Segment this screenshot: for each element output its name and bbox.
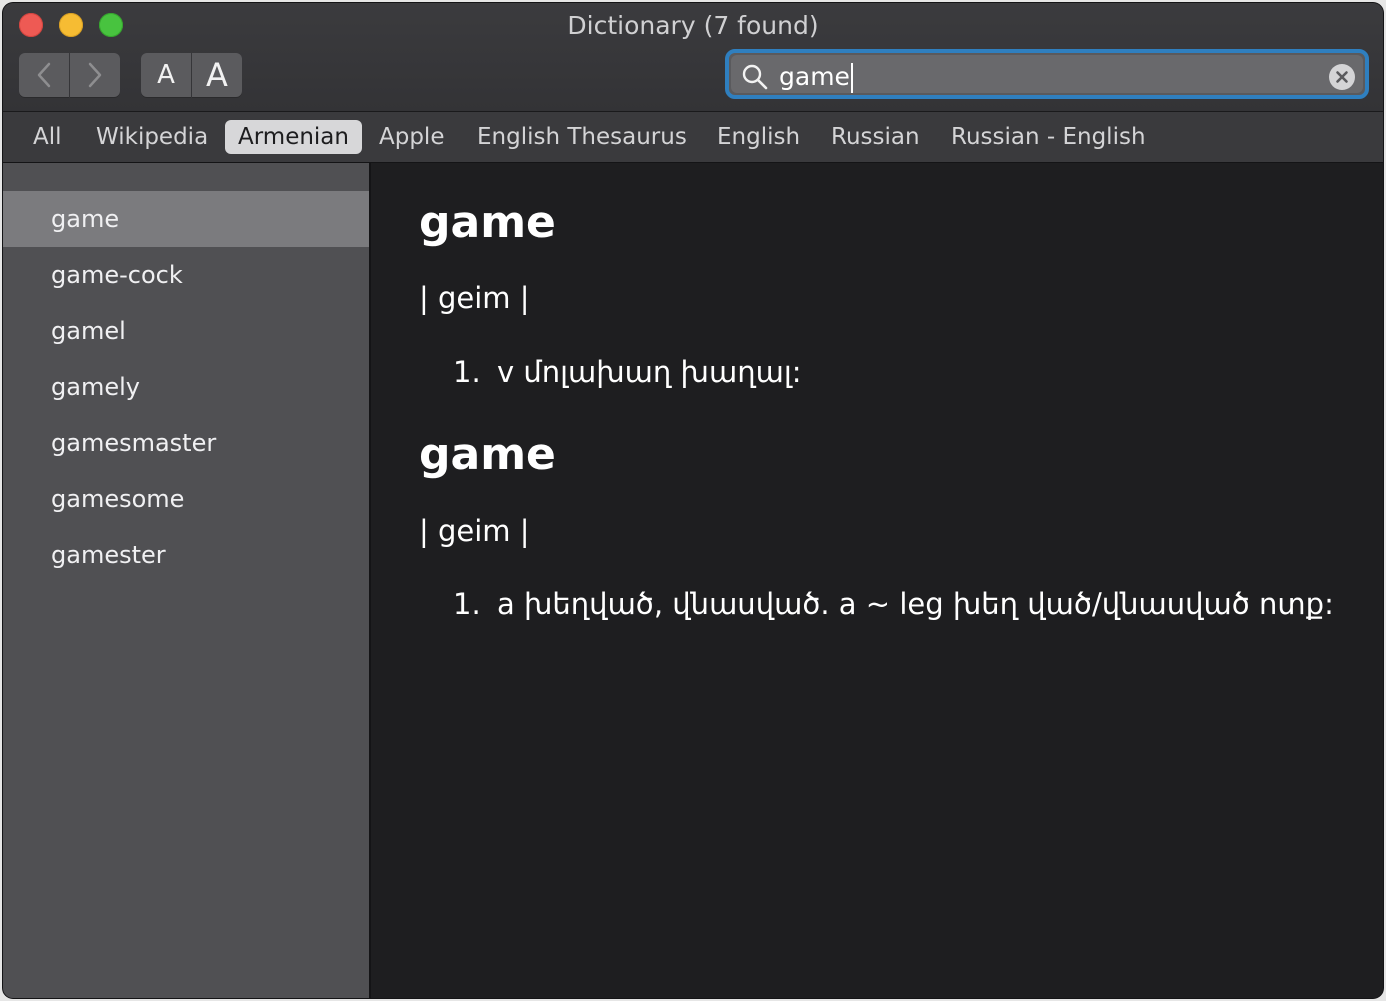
increase-font-button[interactable]: A	[192, 53, 242, 97]
scope-tab-all[interactable]: All	[20, 120, 75, 154]
results-list: game game-cock gamel gamely gamesmaster …	[3, 163, 371, 998]
scope-tab-apple[interactable]: Apple	[366, 120, 457, 154]
scope-tab-wikipedia[interactable]: Wikipedia	[83, 120, 221, 154]
entry-headword: game	[419, 429, 556, 480]
text-caret	[850, 63, 853, 93]
back-button[interactable]	[19, 53, 69, 97]
decrease-font-button[interactable]: A	[141, 53, 191, 97]
sense-text: a խեղված, վնասված. a ~ leg խեղ ված/վնասվ…	[497, 587, 1334, 621]
magnifier-icon	[742, 64, 768, 90]
search-input[interactable]: game	[779, 59, 853, 95]
list-item[interactable]: game-cock	[3, 247, 369, 303]
list-item[interactable]: gamesmaster	[3, 415, 369, 471]
list-item[interactable]: gamester	[3, 527, 369, 583]
entry-pronunciation: | geim |	[419, 514, 530, 548]
sense-number: 1.	[453, 355, 481, 389]
window-title: Dictionary (7 found)	[567, 11, 819, 40]
entry-sense: 1. a խեղված, վնասված. a ~ leg խեղ ված/վնա…	[453, 587, 1334, 621]
search-input-value: game	[779, 62, 850, 91]
definition-pane: game | geim | 1. v մոլախաղ խաղալ: game | …	[371, 163, 1383, 998]
list-item[interactable]: gamesome	[3, 471, 369, 527]
forward-button[interactable]	[70, 53, 120, 97]
scope-tab-armenian[interactable]: Armenian	[225, 120, 362, 154]
chevron-left-icon	[37, 62, 51, 88]
list-item[interactable]: gamel	[3, 303, 369, 359]
entry-pronunciation: | geim |	[419, 281, 530, 315]
sense-number: 1.	[453, 587, 481, 621]
clear-x-glyph	[1336, 71, 1348, 83]
dictionary-window: Dictionary (7 found) A A game All Wikipe…	[3, 3, 1383, 998]
scope-tab-english-thesaurus[interactable]: English Thesaurus	[464, 120, 700, 154]
search-field[interactable]: game	[725, 49, 1369, 99]
scope-tab-russian[interactable]: Russian	[818, 120, 933, 154]
title-bar: Dictionary (7 found) A A game	[3, 3, 1383, 112]
scope-tab-russian-english[interactable]: Russian - English	[938, 120, 1159, 154]
chevron-right-icon	[88, 62, 102, 88]
search-field-inner: game	[731, 55, 1363, 93]
clear-circle-icon[interactable]	[1329, 64, 1355, 90]
entry-sense: 1. v մոլախաղ խաղալ:	[453, 355, 802, 389]
dictionary-scope-bar: All Wikipedia Armenian Apple English The…	[3, 112, 1383, 163]
list-item[interactable]: gamely	[3, 359, 369, 415]
sense-text: v մոլախաղ խաղալ:	[497, 355, 802, 389]
list-item[interactable]: game	[3, 191, 369, 247]
entry-headword: game	[419, 197, 556, 248]
scope-tab-english[interactable]: English	[704, 120, 813, 154]
